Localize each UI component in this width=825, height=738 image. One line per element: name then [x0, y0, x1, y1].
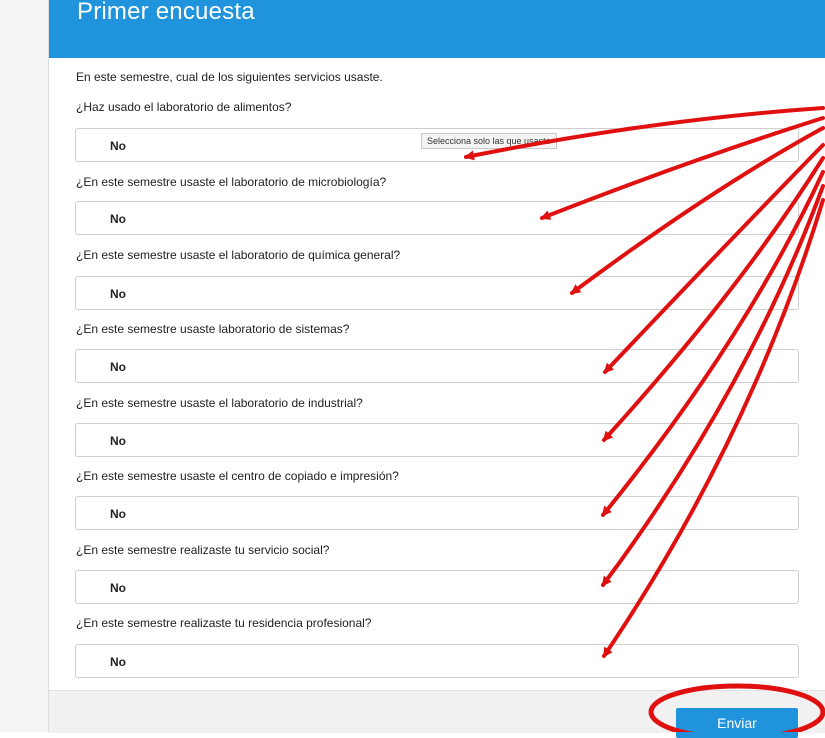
annotation-circle	[648, 683, 825, 732]
annotation-arrow	[570, 126, 825, 295]
annotation-overlay	[464, 106, 825, 732]
annotation-arrow	[603, 143, 825, 374]
annotation-arrow	[540, 116, 825, 220]
annotation-arrow	[464, 106, 825, 161]
annotation-arrow	[601, 170, 825, 517]
